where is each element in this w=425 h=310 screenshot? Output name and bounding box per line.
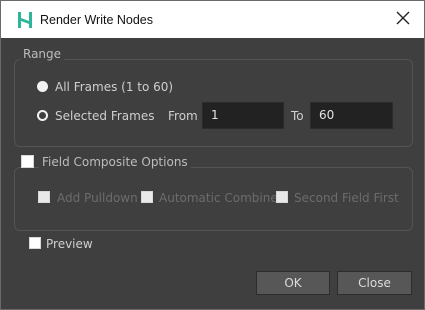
close-button[interactable]: Close (337, 271, 412, 295)
to-input[interactable]: 60 (310, 102, 393, 129)
to-label: To (291, 109, 304, 123)
field-composite-checkbox[interactable] (21, 155, 34, 168)
dialog-window: Render Write Nodes Range All Frames (1 t… (0, 0, 425, 310)
all-frames-label[interactable]: All Frames (1 to 60) (55, 80, 173, 94)
field-composite-label[interactable]: Field Composite Options (39, 155, 191, 169)
window-title: Render Write Nodes (40, 13, 154, 27)
add-pulldown-checkbox[interactable] (38, 191, 50, 203)
second-field-first-label: Second Field First (294, 191, 399, 205)
ok-button[interactable]: OK (256, 271, 330, 295)
from-label: From (168, 109, 198, 123)
automatic-combine-label: Automatic Combine (159, 191, 278, 205)
from-input[interactable]: 1 (202, 102, 284, 129)
preview-label[interactable]: Preview (46, 237, 93, 251)
range-group-label: Range (20, 47, 65, 61)
second-field-first-checkbox[interactable] (276, 191, 288, 203)
close-icon[interactable] (396, 11, 410, 25)
title-bar[interactable]: Render Write Nodes (1, 1, 424, 38)
add-pulldown-label: Add Pulldown (57, 191, 138, 205)
preview-checkbox[interactable] (29, 237, 41, 249)
harmony-h-icon (18, 12, 32, 28)
selected-frames-radio[interactable] (37, 110, 48, 121)
automatic-combine-checkbox[interactable] (141, 191, 153, 203)
all-frames-radio[interactable] (37, 81, 48, 92)
selected-frames-label[interactable]: Selected Frames (55, 109, 154, 123)
